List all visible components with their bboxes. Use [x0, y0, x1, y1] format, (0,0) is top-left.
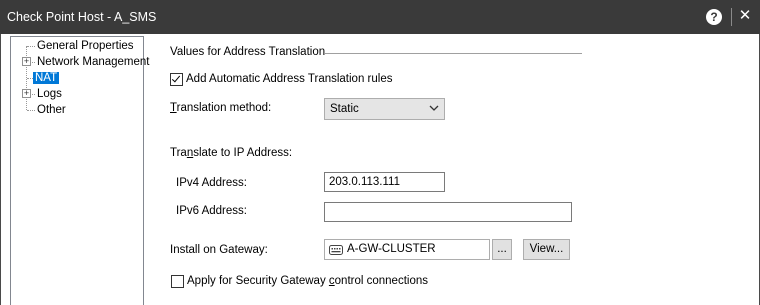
window-title: Check Point Host - A_SMS [7, 10, 157, 24]
apply-control-connections-checkbox[interactable] [171, 275, 184, 288]
tree-item-label: NAT [33, 72, 60, 84]
title-bar: Check Point Host - A_SMS ? ✕ [0, 0, 760, 34]
close-icon[interactable]: ✕ [737, 6, 753, 26]
section-title: Values for Address Translation [170, 46, 326, 58]
tree-connector [27, 46, 35, 47]
tree-item-label: Other [37, 104, 66, 116]
translation-method-value: Static [330, 103, 359, 115]
install-gateway-value: A-GW-CLUSTER [347, 243, 436, 255]
tree-item-logs[interactable]: Logs [35, 87, 64, 102]
chevron-down-icon [429, 105, 439, 111]
translate-to-label: Translate to IP Address: [170, 147, 293, 159]
ipv6-label: IPv6 Address: [176, 205, 247, 217]
translation-method-select[interactable]: Static [324, 98, 445, 120]
view-gateway-button[interactable]: View... [523, 239, 570, 260]
expand-icon[interactable]: + [22, 89, 31, 98]
navigation-tree[interactable]: General Properties + Network Management … [10, 36, 150, 305]
ipv4-label: IPv4 Address: [176, 177, 247, 189]
browse-gateway-button[interactable]: ... [492, 239, 512, 260]
install-gateway-field[interactable]: A-GW-CLUSTER [324, 239, 490, 260]
auto-translation-label[interactable]: Add Automatic Address Translation rules [186, 73, 392, 85]
install-gateway-label: Install on Gateway: [170, 244, 268, 256]
tree-item-label: Network Management [37, 56, 150, 68]
tree-item-nat[interactable]: NAT [33, 71, 60, 86]
expand-icon[interactable]: + [22, 57, 31, 66]
help-icon[interactable]: ? [706, 9, 722, 25]
checkmark-icon [171, 73, 181, 83]
tree-item-general-properties[interactable]: General Properties [35, 39, 136, 54]
gateway-icon [329, 245, 343, 255]
apply-control-connections-label[interactable]: Apply for Security Gateway control conne… [187, 275, 428, 287]
ipv6-address-field[interactable] [324, 202, 572, 222]
tree-item-other[interactable]: Other [35, 103, 68, 118]
auto-translation-checkbox[interactable] [170, 73, 183, 86]
tree-connector [27, 110, 35, 111]
translation-method-label: Translation method: [170, 102, 272, 114]
title-separator [731, 8, 732, 26]
section-divider [325, 53, 582, 54]
tree-item-label: General Properties [37, 40, 134, 52]
ipv4-address-field[interactable]: 203.0.113.111 [324, 172, 445, 192]
tree-item-label: Logs [37, 88, 62, 100]
tree-item-network-management[interactable]: Network Management [35, 55, 152, 70]
